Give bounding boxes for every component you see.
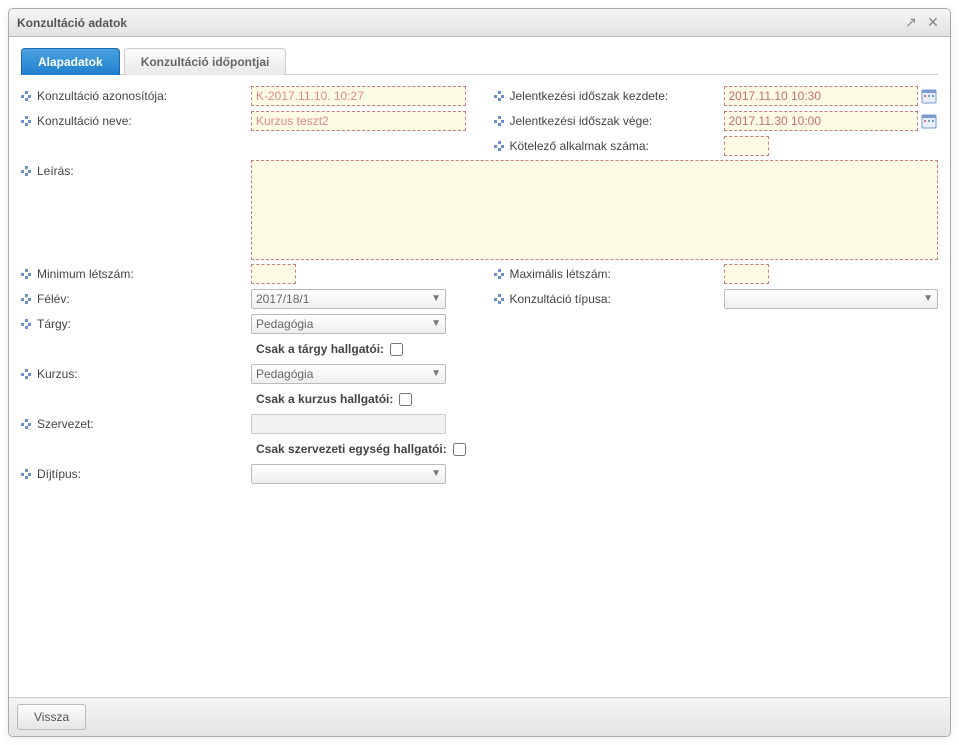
input-required-sessions[interactable] bbox=[724, 136, 769, 156]
checkbox-course-only[interactable] bbox=[399, 393, 412, 406]
chevron-down-icon: ▼ bbox=[431, 368, 441, 379]
label-name: Konzultáció neve: bbox=[21, 114, 251, 128]
input-max[interactable] bbox=[724, 264, 769, 284]
label-subject-only: Csak a tárgy hallgatói: bbox=[21, 342, 403, 356]
value-id: K-2017.11.10. 10:27 bbox=[251, 86, 466, 106]
label-course-only: Csak a kurzus hallgatói: bbox=[21, 392, 412, 406]
label-org-only: Csak szervezeti egység hallgatói: bbox=[21, 442, 466, 456]
form: Konzultáció azonosítója: K-2017.11.10. 1… bbox=[21, 85, 938, 488]
checkbox-subject-only[interactable] bbox=[390, 343, 403, 356]
tab-basic[interactable]: Alapadatok bbox=[21, 48, 120, 75]
bullet-icon bbox=[21, 419, 31, 429]
label-course: Kurzus: bbox=[21, 367, 251, 381]
select-course[interactable]: Pedagógia ▼ bbox=[251, 364, 446, 384]
dialog-footer: Vissza bbox=[9, 697, 950, 736]
select-type[interactable]: ▼ bbox=[724, 289, 939, 309]
bullet-icon bbox=[494, 141, 504, 151]
dialog-title: Konzultáció adatok bbox=[17, 16, 898, 30]
label-max: Maximális létszám: bbox=[494, 267, 724, 281]
chevron-down-icon: ▼ bbox=[431, 318, 441, 329]
label-type: Konzultáció típusa: bbox=[494, 292, 724, 306]
bullet-icon bbox=[21, 116, 31, 126]
label-min: Minimum létszám: bbox=[21, 267, 251, 281]
label-reg-start: Jelentkezési időszak kezdete: bbox=[494, 89, 724, 103]
value-reg-start[interactable]: 2017.11.10 10:30 bbox=[724, 86, 919, 106]
label-fee-type: Díjtípus: bbox=[21, 467, 251, 481]
textarea-description[interactable] bbox=[251, 160, 938, 260]
label-semester: Félév: bbox=[21, 292, 251, 306]
close-icon[interactable]: ✕ bbox=[924, 14, 942, 32]
select-subject[interactable]: Pedagógia ▼ bbox=[251, 314, 446, 334]
bullet-icon bbox=[494, 294, 504, 304]
bullet-icon bbox=[494, 269, 504, 279]
chevron-down-icon: ▼ bbox=[923, 293, 933, 304]
dialog-header[interactable]: Konzultáció adatok ↗ ✕ bbox=[9, 9, 950, 37]
label-required-sessions: Kötelező alkalmak száma: bbox=[494, 139, 724, 153]
bullet-icon bbox=[21, 294, 31, 304]
checkbox-org-only[interactable] bbox=[453, 443, 466, 456]
label-id: Konzultáció azonosítója: bbox=[21, 89, 251, 103]
bullet-icon bbox=[494, 116, 504, 126]
select-fee-type[interactable]: ▼ bbox=[251, 464, 446, 484]
label-description: Leírás: bbox=[21, 160, 251, 178]
tab-bar: Alapadatok Konzultáció időpontjai bbox=[21, 47, 938, 75]
bullet-icon bbox=[21, 469, 31, 479]
label-org: Szervezet: bbox=[21, 417, 251, 431]
bullet-icon bbox=[21, 166, 31, 176]
bullet-icon bbox=[21, 269, 31, 279]
calendar-icon[interactable] bbox=[920, 112, 938, 130]
label-reg-end: Jelentkezési időszak vége: bbox=[494, 114, 724, 128]
input-org bbox=[251, 414, 446, 434]
bullet-icon bbox=[494, 91, 504, 101]
calendar-icon[interactable] bbox=[920, 87, 938, 105]
chevron-down-icon: ▼ bbox=[431, 293, 441, 304]
input-min[interactable] bbox=[251, 264, 296, 284]
dialog-body: Alapadatok Konzultáció időpontjai Konzul… bbox=[9, 37, 950, 697]
label-subject: Tárgy: bbox=[21, 317, 251, 331]
bullet-icon bbox=[21, 91, 31, 101]
tab-times[interactable]: Konzultáció időpontjai bbox=[124, 48, 287, 75]
bullet-icon bbox=[21, 319, 31, 329]
value-reg-end[interactable]: 2017.11.30 10:00 bbox=[724, 111, 919, 131]
value-name[interactable]: Kurzus teszt2 bbox=[251, 111, 466, 131]
bullet-icon bbox=[21, 369, 31, 379]
dialog: Konzultáció adatok ↗ ✕ Alapadatok Konzul… bbox=[8, 8, 951, 737]
select-semester[interactable]: 2017/18/1 ▼ bbox=[251, 289, 446, 309]
expand-icon[interactable]: ↗ bbox=[902, 14, 920, 32]
back-button[interactable]: Vissza bbox=[17, 704, 86, 730]
chevron-down-icon: ▼ bbox=[431, 468, 441, 479]
